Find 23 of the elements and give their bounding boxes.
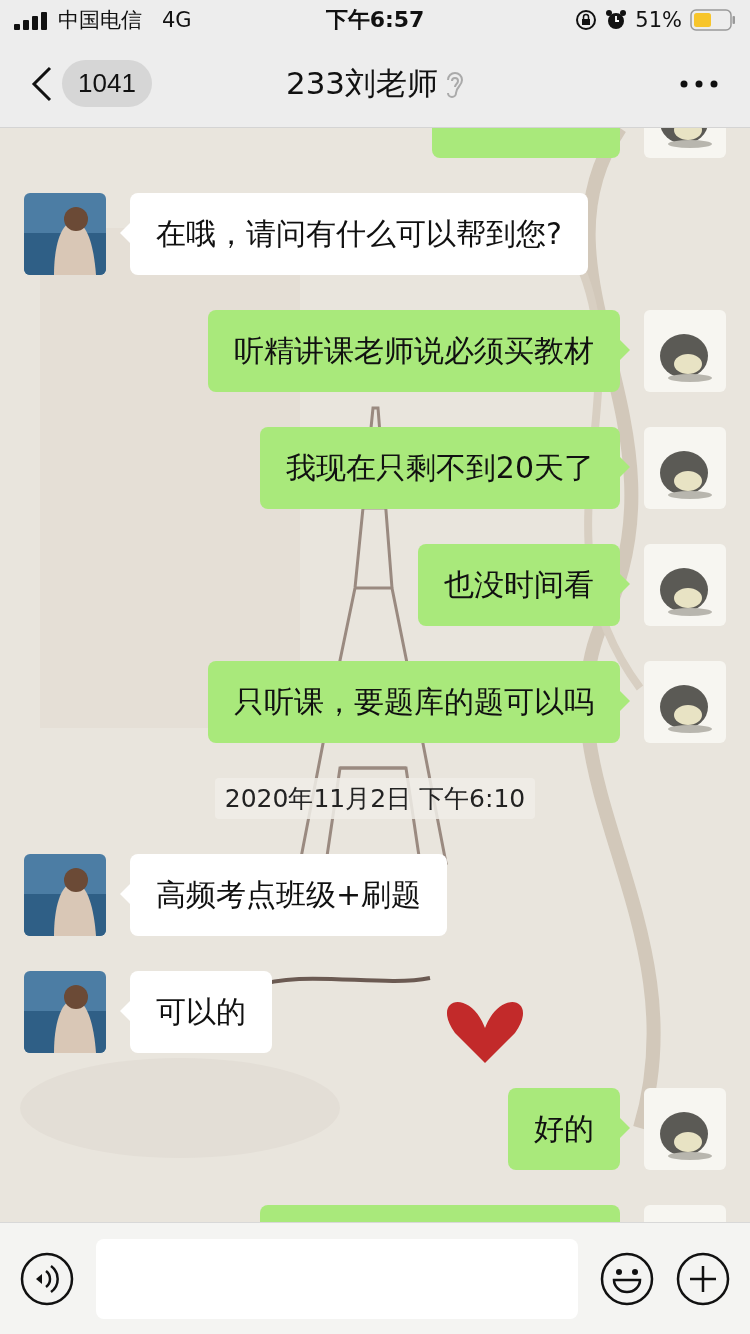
- clock-time: 下午6:57: [325, 6, 425, 34]
- avatar[interactable]: [644, 427, 726, 509]
- carrier-name: 中国电信: [58, 7, 142, 34]
- battery-percent: 51%: [635, 8, 682, 32]
- emoji-button[interactable]: [600, 1251, 654, 1306]
- add-button[interactable]: [676, 1251, 730, 1306]
- chevron-icon: [30, 65, 54, 102]
- alarm-icon: [605, 9, 628, 31]
- avatar[interactable]: [644, 1088, 726, 1170]
- avatar[interactable]: [24, 193, 106, 275]
- avatar[interactable]: [644, 661, 726, 743]
- chat-title: 233刘老师: [285, 63, 439, 103]
- signal-icon: [14, 10, 50, 30]
- avatar[interactable]: [644, 544, 726, 626]
- more-icon: [680, 79, 718, 88]
- battery-icon: [690, 9, 736, 31]
- avatar[interactable]: [644, 310, 726, 392]
- avatar[interactable]: [24, 854, 106, 936]
- timestamp: 2020年11月2日 下午6:10: [214, 778, 536, 819]
- network-type: 4G: [162, 8, 192, 32]
- voice-button[interactable]: [20, 1251, 74, 1306]
- rotation-lock-icon: [575, 9, 598, 31]
- avatar[interactable]: [24, 971, 106, 1053]
